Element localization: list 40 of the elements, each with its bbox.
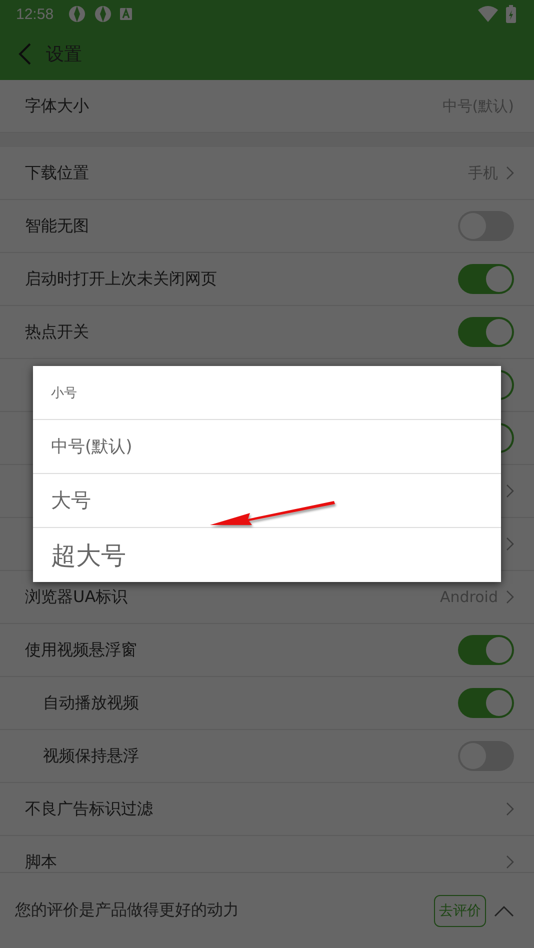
pinwheel-icon — [94, 5, 112, 23]
battery-icon — [506, 5, 516, 23]
settings-row[interactable]: 视频保持悬浮 — [0, 730, 534, 783]
rate-button[interactable]: 去评价 — [434, 894, 486, 926]
settings-row[interactable]: 自动播放视频 — [0, 677, 534, 730]
chevron-right-icon — [506, 537, 514, 551]
chevron-right-icon — [506, 166, 514, 180]
settings-row[interactable]: 热点开关 — [0, 306, 534, 359]
toggle-switch[interactable] — [458, 264, 514, 294]
setting-label: 启动时打开上次未关闭网页 — [25, 268, 217, 290]
setting-label: 下载位置 — [25, 162, 89, 184]
chevron-right-icon — [506, 484, 514, 498]
setting-label: 热点开关 — [25, 322, 89, 342]
setting-label: 脚本 — [25, 852, 57, 872]
chevron-right-icon — [506, 855, 514, 869]
settings-row[interactable]: 不良广告标识过滤 — [0, 783, 534, 836]
clock-time: 12:58 — [16, 6, 54, 22]
setting-label: 视频保持悬浮 — [43, 746, 139, 766]
rating-message: 您的评价是产品做得更好的动力 — [15, 900, 239, 921]
setting-label: 浏览器UA标识 — [25, 586, 128, 608]
setting-label: 自动播放视频 — [43, 692, 139, 714]
pinwheel-icon — [68, 5, 86, 23]
chevron-right-icon — [506, 802, 514, 816]
dialog-option[interactable]: 中号(默认) — [33, 420, 501, 474]
settings-row[interactable]: 使用视频悬浮窗 — [0, 624, 534, 677]
toggle-switch[interactable] — [458, 635, 514, 665]
toggle-switch[interactable] — [458, 688, 514, 718]
toggle-switch[interactable] — [458, 317, 514, 347]
font-icon — [120, 8, 132, 20]
settings-row[interactable]: 启动时打开上次未关闭网页 — [0, 253, 534, 306]
wifi-icon — [478, 6, 498, 22]
settings-row[interactable]: 智能无图 — [0, 200, 534, 253]
chevron-up-icon[interactable] — [494, 904, 514, 916]
setting-label: 智能无图 — [25, 216, 89, 236]
chevron-right-icon — [506, 590, 514, 604]
setting-label: 使用视频悬浮窗 — [25, 640, 137, 660]
back-icon[interactable] — [18, 42, 32, 66]
setting-label: 不良广告标识过滤 — [25, 798, 153, 820]
dialog-option[interactable]: 小号 — [33, 366, 501, 420]
setting-label: 字体大小 — [25, 96, 89, 116]
